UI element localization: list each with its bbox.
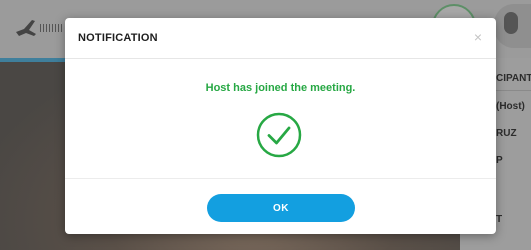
dialog-title: NOTIFICATION	[78, 32, 158, 44]
participant-item-fragment: P	[496, 155, 503, 166]
microphone-button	[494, 4, 531, 48]
notification-dialog: NOTIFICATION × Host has joined the meeti…	[65, 18, 496, 234]
signal-bars-icon	[40, 24, 64, 32]
microphone-icon	[504, 12, 518, 34]
participant-item-fragment: RUZ	[496, 128, 517, 139]
dialog-footer-divider	[65, 178, 496, 179]
ok-button[interactable]: OK	[207, 194, 355, 222]
participant-item-fragment: (Host)	[496, 101, 525, 112]
notification-message: Host has joined the meeting.	[205, 82, 356, 94]
check-circle-icon	[256, 112, 302, 158]
dialog-header: NOTIFICATION ×	[65, 18, 496, 59]
close-icon[interactable]: ×	[471, 30, 485, 44]
participants-header-fragment: CIPANTS	[496, 73, 531, 84]
plane-icon	[16, 20, 36, 36]
participant-item-fragment: T	[496, 214, 503, 225]
